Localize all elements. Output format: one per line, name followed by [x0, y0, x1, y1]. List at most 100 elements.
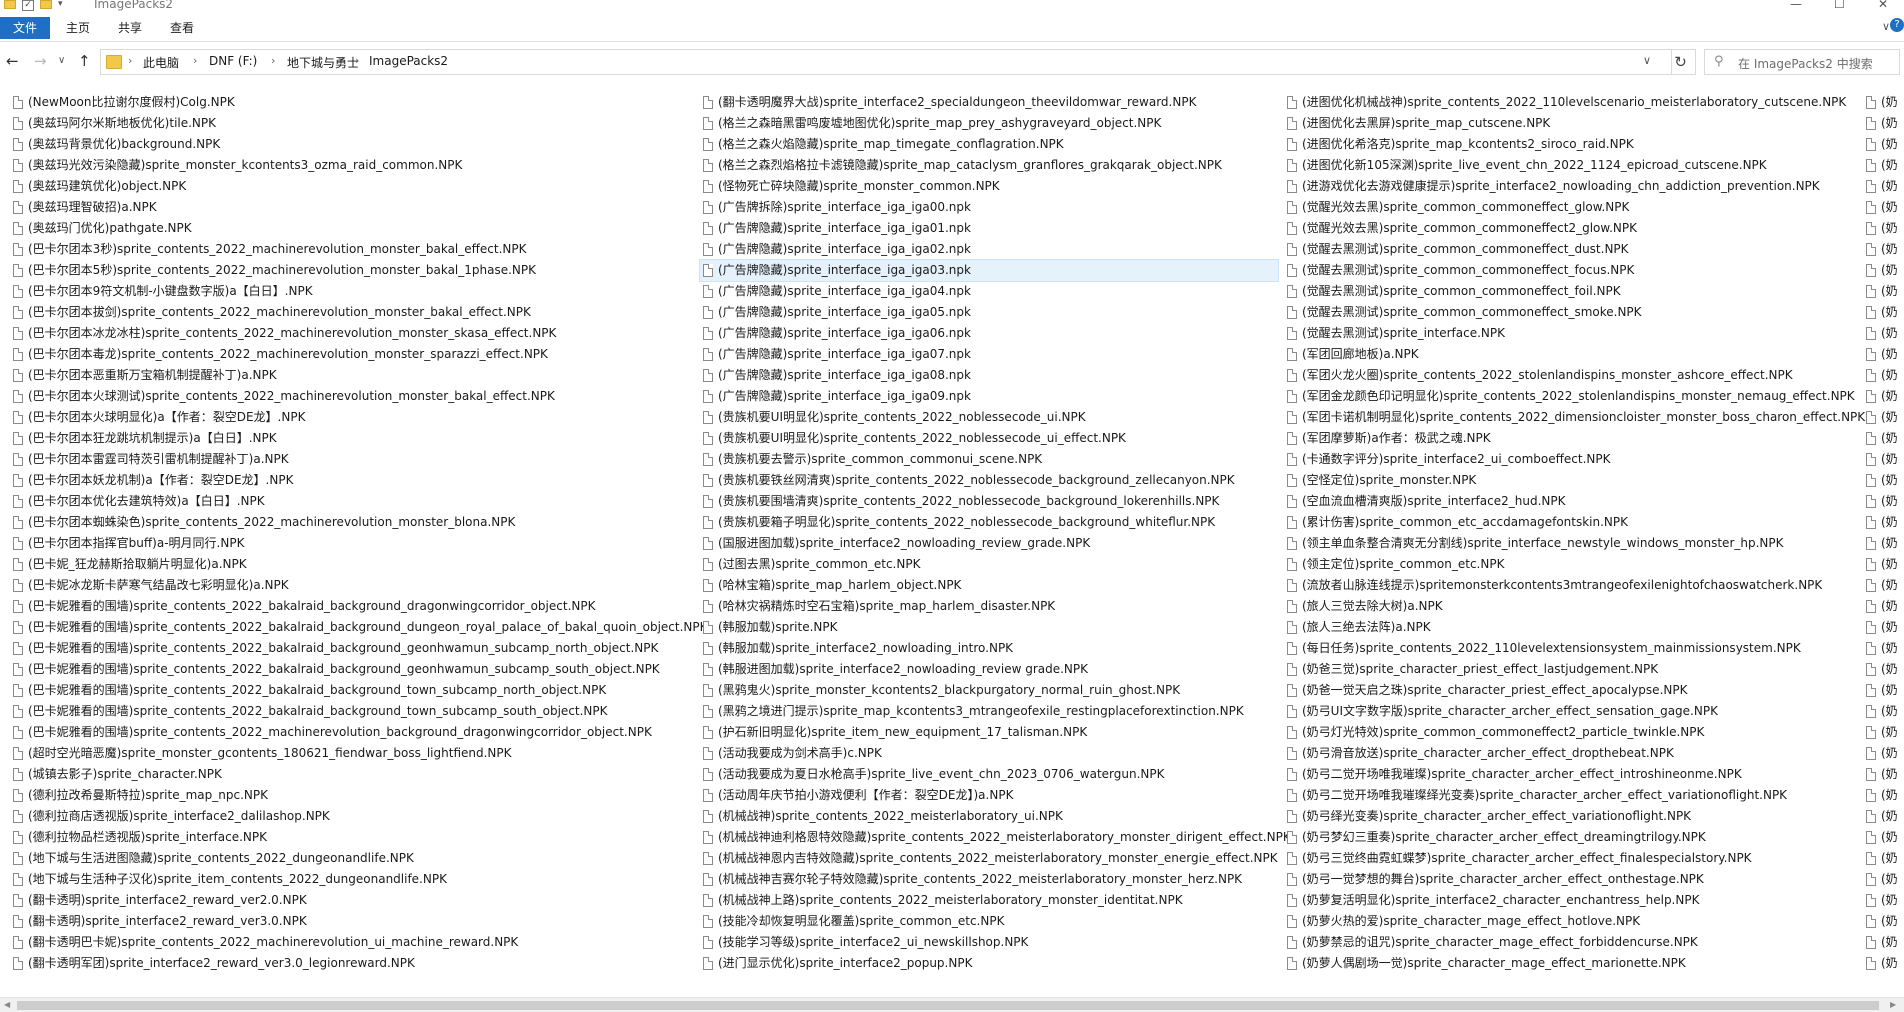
file-item[interactable]: (韩服加载)sprite.NPK: [700, 617, 1278, 638]
breadcrumb-current-folder[interactable]: ImagePacks2: [369, 54, 448, 68]
file-item[interactable]: (巴卡尔团本冰龙冰柱)sprite_contents_2022_machiner…: [10, 323, 700, 344]
file-item[interactable]: (广告牌隐藏)sprite_interface_iga_iga08.npk: [700, 365, 1278, 386]
file-item[interactable]: (奶: [1863, 659, 1904, 680]
file-item[interactable]: (奶: [1863, 596, 1904, 617]
breadcrumb-separator[interactable]: ›: [355, 54, 359, 67]
file-item[interactable]: (贵族机要UI明显化)sprite_contents_2022_noblesse…: [700, 428, 1278, 449]
up-button[interactable]: ↑: [78, 52, 91, 70]
file-item[interactable]: (奶: [1863, 113, 1904, 134]
file-item[interactable]: (广告牌隐藏)sprite_interface_iga_iga02.npk: [700, 239, 1278, 260]
close-button[interactable]: ✕: [1878, 0, 1888, 11]
file-item[interactable]: (翻卡透明)sprite_interface2_reward_ver3.0.NP…: [10, 911, 700, 932]
file-item[interactable]: (进门显示优化)sprite_interface2_popup.NPK: [700, 953, 1278, 974]
file-item[interactable]: (韩服加载)sprite_interface2_nowloading_intro…: [700, 638, 1278, 659]
search-box[interactable]: ⚲ 在 ImagePacks2 中搜索: [1704, 49, 1900, 75]
file-item[interactable]: (奶: [1863, 869, 1904, 890]
file-item[interactable]: (巴卡尔团本妖龙机制)a【作者：裂空DE龙】.NPK: [10, 470, 700, 491]
file-item[interactable]: (广告牌隐藏)sprite_interface_iga_iga01.npk: [700, 218, 1278, 239]
file-item[interactable]: (奶弓梦幻三重奏)sprite_character_archer_effect_…: [1284, 827, 1859, 848]
file-item[interactable]: (奶: [1863, 743, 1904, 764]
file-item[interactable]: (觉醒光效去黑)sprite_common_commoneffect_glow.…: [1284, 197, 1859, 218]
file-item[interactable]: (奶萝禁忌的诅咒)sprite_character_mage_effect_fo…: [1284, 932, 1859, 953]
file-item[interactable]: (领主单血条整合清爽无分割线)sprite_interface_newstyle…: [1284, 533, 1859, 554]
new-folder-icon[interactable]: [40, 0, 52, 9]
file-item[interactable]: (翻卡透明巴卡妮)sprite_contents_2022_machinerev…: [10, 932, 700, 953]
customize-toolbar-icon[interactable]: ▾: [58, 0, 63, 9]
breadcrumb-separator[interactable]: ›: [193, 54, 197, 67]
file-item[interactable]: (军团回廊地板)a.NPK: [1284, 344, 1859, 365]
file-item[interactable]: (巴卡尔团本火球测试)sprite_contents_2022_machiner…: [10, 386, 700, 407]
file-item[interactable]: (巴卡尔团本3秒)sprite_contents_2022_machinerev…: [10, 239, 700, 260]
file-item[interactable]: (贵族机要围墙清爽)sprite_contents_2022_noblessec…: [700, 491, 1278, 512]
minimize-button[interactable]: —: [1790, 0, 1802, 11]
file-item[interactable]: (奶弓三觉终曲霓虹蝶梦)sprite_character_archer_effe…: [1284, 848, 1859, 869]
file-item[interactable]: (奥兹玛背景优化)background.NPK: [10, 134, 700, 155]
file-item[interactable]: (每日任务)sprite_contents_2022_110levelexten…: [1284, 638, 1859, 659]
breadcrumb-separator[interactable]: ›: [271, 54, 275, 67]
file-item[interactable]: (进图优化机械战神)sprite_contents_2022_110levels…: [1284, 92, 1859, 113]
tab-share[interactable]: 共享: [118, 18, 142, 38]
file-item[interactable]: (奶: [1863, 260, 1904, 281]
file-item[interactable]: (奥兹玛门优化)pathgate.NPK: [10, 218, 700, 239]
file-item[interactable]: (巴卡妮雅看的围墙)sprite_contents_2022_bakalraid…: [10, 617, 708, 638]
recent-locations-icon[interactable]: ∨: [58, 55, 65, 66]
file-item[interactable]: (卡通数字评分)sprite_interface2_ui_comboeffect…: [1284, 449, 1859, 470]
file-item[interactable]: (累计伤害)sprite_common_etc_accdamagefontski…: [1284, 512, 1859, 533]
file-item[interactable]: (奶: [1863, 428, 1904, 449]
file-item[interactable]: (巴卡尔团本毒龙)sprite_contents_2022_machinerev…: [10, 344, 700, 365]
file-item[interactable]: (广告牌隐藏)sprite_interface_iga_iga04.npk: [700, 281, 1278, 302]
file-item[interactable]: (奶: [1863, 512, 1904, 533]
file-item[interactable]: (广告牌隐藏)sprite_interface_iga_iga03.npk: [699, 259, 1279, 282]
file-item[interactable]: (奶萝火热的爱)sprite_character_mage_effect_hot…: [1284, 911, 1859, 932]
file-item[interactable]: (领主定位)sprite_common_etc.NPK: [1284, 554, 1859, 575]
file-item[interactable]: (奶爸三觉)sprite_character_priest_effect_las…: [1284, 659, 1859, 680]
file-item[interactable]: (奶弓绎光变奏)sprite_character_archer_effect_v…: [1284, 806, 1859, 827]
forward-button[interactable]: →: [34, 52, 47, 70]
file-item[interactable]: (广告牌拆除)sprite_interface_iga_iga00.npk: [700, 197, 1278, 218]
file-item[interactable]: (奶: [1863, 806, 1904, 827]
file-item[interactable]: (奶: [1863, 386, 1904, 407]
file-item[interactable]: (奶: [1863, 323, 1904, 344]
file-item[interactable]: (奶萝复活明显化)sprite_interface2_character_enc…: [1284, 890, 1859, 911]
file-item[interactable]: (奶: [1863, 281, 1904, 302]
tab-view[interactable]: 查看: [170, 18, 194, 38]
breadcrumb-drive[interactable]: DNF (F:): [209, 54, 257, 68]
file-item[interactable]: (翻卡透明)sprite_interface2_reward_ver2.0.NP…: [10, 890, 700, 911]
maximize-button[interactable]: ☐: [1834, 0, 1845, 11]
file-item[interactable]: (城镇去影子)sprite_character.NPK: [10, 764, 700, 785]
properties-check-icon[interactable]: ✓: [22, 0, 34, 11]
file-item[interactable]: (过图去黑)sprite_common_etc.NPK: [700, 554, 1278, 575]
file-item[interactable]: (技能学习等级)sprite_interface2_ui_newskillsho…: [700, 932, 1278, 953]
file-item[interactable]: (奶: [1863, 554, 1904, 575]
file-item[interactable]: (奶: [1863, 155, 1904, 176]
file-item[interactable]: (旅人三觉去除大树)a.NPK: [1284, 596, 1859, 617]
file-item[interactable]: (巴卡尔团本火球明显化)a【作者：裂空DE龙】.NPK: [10, 407, 700, 428]
file-item[interactable]: (奶: [1863, 764, 1904, 785]
file-item[interactable]: (格兰之森火焰隐藏)sprite_map_timegate_conflagrat…: [700, 134, 1278, 155]
file-item[interactable]: (巴卡妮雅看的围墙)sprite_contents_2022_machinere…: [10, 722, 700, 743]
file-item[interactable]: (奶: [1863, 470, 1904, 491]
file-item[interactable]: (奶爸一觉天启之珠)sprite_character_priest_effect…: [1284, 680, 1859, 701]
file-item[interactable]: (格兰之森烈焰格拉卡滤镜隐藏)sprite_map_cataclysm_gran…: [700, 155, 1278, 176]
file-item[interactable]: (奶: [1863, 680, 1904, 701]
file-item[interactable]: (巴卡妮雅看的围墙)sprite_contents_2022_bakalraid…: [10, 596, 700, 617]
file-item[interactable]: (军团卡诺机制明显化)sprite_contents_2022_dimensio…: [1284, 407, 1865, 428]
file-item[interactable]: (进游戏优化去游戏健康提示)sprite_interface2_nowloadi…: [1284, 176, 1859, 197]
file-item[interactable]: (流放者山脉连线提示)sprite​monsterkcontents3mtran…: [1284, 575, 1859, 596]
file-item[interactable]: (奥兹玛理智破招)a.NPK: [10, 197, 700, 218]
file-item[interactable]: (巴卡尔团本恶重斯万宝箱机制提醒补丁)a.NPK: [10, 365, 700, 386]
file-item[interactable]: (进图优化去黑屏)sprite_map_cutscene.NPK: [1284, 113, 1859, 134]
file-item[interactable]: (巴卡妮_狂龙赫斯拾取躺片明显化)a.NPK: [10, 554, 700, 575]
file-item[interactable]: (机械战神上路)sprite_contents_2022_meisterlabo…: [700, 890, 1278, 911]
file-item[interactable]: (奶: [1863, 92, 1904, 113]
file-item[interactable]: (奶: [1863, 722, 1904, 743]
file-item[interactable]: (护石新旧明显化)sprite_item_new_equipment_17_ta…: [700, 722, 1278, 743]
file-item[interactable]: (巴卡妮冰龙斯卡萨寒气结晶改七彩明显化)a.NPK: [10, 575, 700, 596]
file-item[interactable]: (奶: [1863, 638, 1904, 659]
file-item[interactable]: (活动我要成为夏日水枪高手)sprite_live_event_chn_2023…: [700, 764, 1278, 785]
file-item[interactable]: (贵族机要铁丝网清爽)sprite_contents_2022_noblesse…: [700, 470, 1278, 491]
file-item[interactable]: (奶: [1863, 176, 1904, 197]
file-item[interactable]: (巴卡尔团本拔剑)sprite_contents_2022_machinerev…: [10, 302, 700, 323]
file-item[interactable]: (奶: [1863, 701, 1904, 722]
tab-home[interactable]: 主页: [66, 18, 90, 38]
